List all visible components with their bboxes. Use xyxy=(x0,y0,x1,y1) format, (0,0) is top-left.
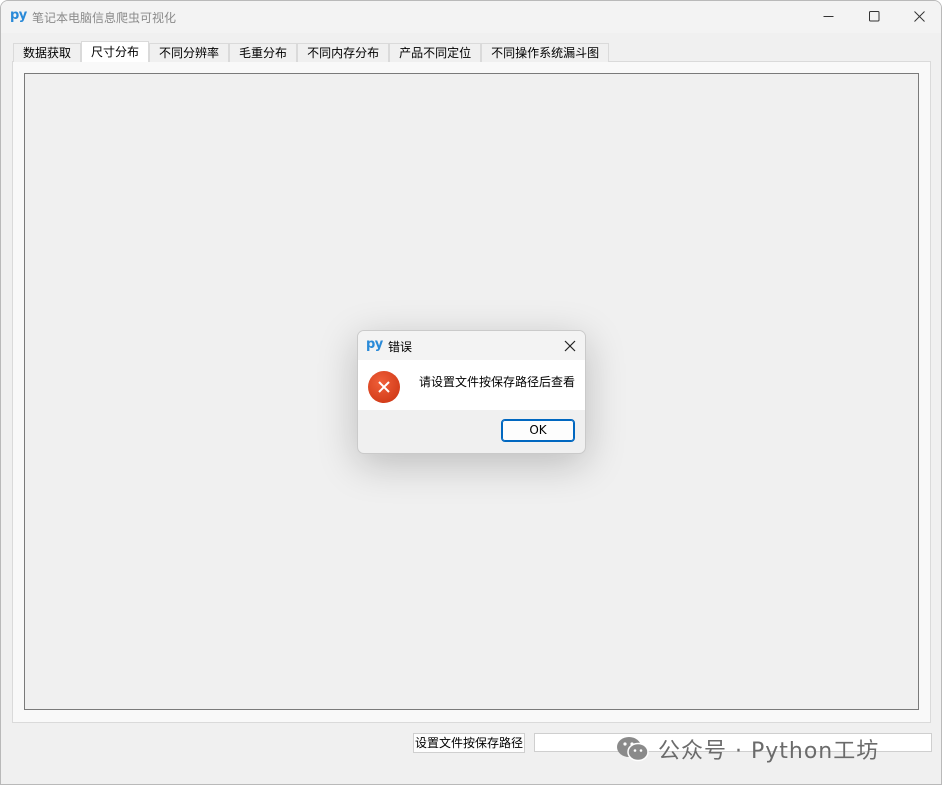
minimize-icon xyxy=(823,15,833,17)
dialog-title: 错误 xyxy=(388,340,413,354)
tab-os-funnel[interactable]: 不同操作系统漏斗图 xyxy=(481,43,610,62)
watermark: 公众号 · Python工坊 xyxy=(616,733,879,765)
python-app-icon: py xyxy=(366,337,383,352)
tab-weight-distribution[interactable]: 毛重分布 xyxy=(229,43,298,62)
set-save-path-button[interactable]: 设置文件按保存路径 xyxy=(413,733,525,753)
tab-memory-distribution[interactable]: 不同内存分布 xyxy=(297,43,390,62)
tab-product-positioning[interactable]: 产品不同定位 xyxy=(389,43,482,62)
error-icon xyxy=(368,371,400,403)
dialog-title-bar[interactable]: py 错误 xyxy=(358,331,585,360)
tab-data-fetch[interactable]: 数据获取 xyxy=(13,43,82,62)
ok-button[interactable]: OK xyxy=(501,419,575,442)
window-title: 笔记本电脑信息爬虫可视化 xyxy=(32,11,177,25)
tab-bar: 数据获取 尺寸分布 不同分辨率 毛重分布 不同内存分布 产品不同定位 不同操作系… xyxy=(13,41,610,62)
dialog-close-button[interactable] xyxy=(561,337,579,355)
wechat-icon xyxy=(617,737,649,762)
close-button[interactable] xyxy=(896,1,941,31)
close-icon xyxy=(564,340,576,352)
title-bar[interactable]: py 笔记本电脑信息爬虫可视化 xyxy=(1,1,941,33)
minimize-button[interactable] xyxy=(805,1,851,31)
tab-resolution[interactable]: 不同分辨率 xyxy=(149,43,230,62)
dialog-message: 请设置文件按保存路径后查看 xyxy=(419,375,576,389)
maximize-icon xyxy=(868,10,879,21)
dialog-body: 请设置文件按保存路径后查看 xyxy=(358,360,585,410)
tab-size-distribution[interactable]: 尺寸分布 xyxy=(81,41,150,62)
error-dialog: py 错误 请设置文件按保存路径后查看 OK xyxy=(357,330,586,454)
python-app-icon: py xyxy=(10,8,27,23)
watermark-text: 公众号 · Python工坊 xyxy=(658,739,880,764)
maximize-button[interactable] xyxy=(851,1,897,31)
close-icon xyxy=(913,10,925,22)
